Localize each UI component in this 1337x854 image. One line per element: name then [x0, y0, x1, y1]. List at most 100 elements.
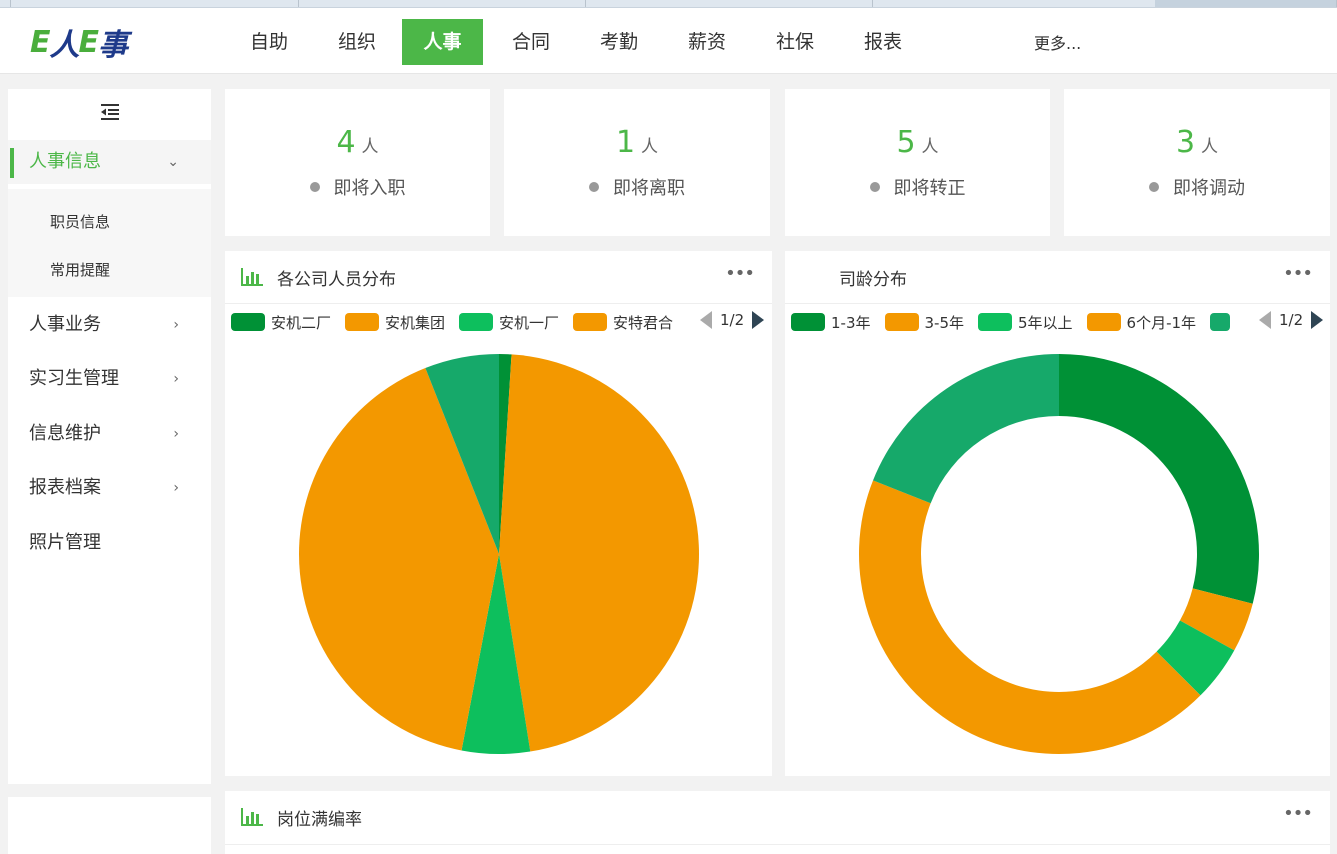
logo-letter-e1: E: [30, 24, 50, 60]
legend-pager: 1/2: [700, 311, 765, 329]
more-options-icon[interactable]: •••: [1283, 263, 1313, 284]
legend-swatch: [1210, 313, 1231, 331]
sidebar-group-label: 人事业务: [29, 314, 101, 335]
pie-slice-0[interactable]: [499, 354, 512, 554]
nav-attendance[interactable]: 考勤: [575, 19, 663, 65]
stat-label: 即将调动: [1064, 174, 1330, 200]
divider: [785, 303, 1330, 304]
more-options-icon[interactable]: •••: [725, 263, 755, 284]
pie-slice-3[interactable]: [858, 480, 1201, 754]
top-header: E 人 E 事 自助 组织 人事 合同 考勤 薪资 社保 报表 更多...: [0, 8, 1337, 74]
nav-contract[interactable]: 合同: [487, 19, 575, 65]
browser-tab-strip: [0, 0, 1337, 8]
legend-item[interactable]: 1-3年: [791, 312, 871, 332]
legend-swatch: [978, 313, 1012, 331]
panel-title: 岗位满编率: [240, 805, 362, 830]
legend-swatch: [791, 313, 825, 331]
sidebar-lower-panel: [8, 797, 211, 854]
nav-self-service[interactable]: 自助: [225, 19, 313, 65]
legend-item[interactable]: [1210, 313, 1236, 331]
stat-label: 即将转正: [785, 174, 1050, 200]
sidebar-group-label: 报表档案: [29, 477, 101, 498]
legend-swatch: [345, 313, 380, 331]
sidebar-submenu: 职员信息 常用提醒: [8, 189, 211, 297]
legend-swatch: [573, 313, 608, 331]
panel-title: 司龄分布: [839, 269, 907, 290]
sidebar-group-personnel-business[interactable]: 人事业务 ›: [8, 303, 211, 347]
legend-item[interactable]: 6个月-1年: [1086, 312, 1196, 332]
stat-value: 5人: [896, 125, 939, 160]
logo-char-shi: 事: [98, 28, 128, 63]
nav-more[interactable]: 更多...: [1034, 30, 1081, 54]
legend-item[interactable]: 3-5年: [884, 312, 964, 332]
next-page-icon[interactable]: [752, 311, 765, 329]
bar-chart-icon: [241, 268, 263, 286]
collapse-menu-icon[interactable]: [100, 103, 120, 121]
sidebar-group-personnel-info[interactable]: 人事信息 ⌄: [8, 140, 211, 184]
chevron-right-icon: ›: [173, 317, 179, 333]
chevron-right-icon: ›: [173, 371, 179, 387]
stat-value: 4人: [336, 125, 379, 160]
pie-slice-1[interactable]: [1179, 588, 1253, 651]
chevron-right-icon: ›: [173, 426, 179, 442]
divider: [225, 844, 1330, 845]
stat-card-transfer[interactable]: 3人 即将调动: [1064, 89, 1330, 236]
legend-swatch: [459, 313, 494, 331]
nav-social-security[interactable]: 社保: [751, 19, 839, 65]
sidebar: 人事信息 ⌄ 职员信息 常用提醒 人事业务 › 实习生管理 › 信息维护 › 报…: [8, 89, 211, 784]
app-logo[interactable]: E 人 E 事: [30, 22, 128, 64]
sidebar-group-info-maintenance[interactable]: 信息维护 ›: [8, 412, 211, 456]
sidebar-group-label: 实习生管理: [29, 368, 119, 389]
panel-tenure-distribution: 司龄分布 ••• 1-3年 3-5年 5年以上 6个月-1年 1/2: [785, 251, 1330, 776]
bullet-dot-icon: [589, 182, 599, 192]
legend-item[interactable]: 安特君合: [573, 312, 673, 332]
legend-item[interactable]: 安机一厂: [459, 312, 559, 332]
pie-slice-4[interactable]: [425, 354, 499, 554]
pie-slice-4[interactable]: [873, 354, 1059, 504]
bullet-dot-icon: [1149, 182, 1159, 192]
chart-legend: 安机二厂 安机集团 安机一厂 安特君合: [231, 312, 691, 332]
logo-char-ren: 人: [49, 28, 80, 63]
sidebar-group-intern[interactable]: 实习生管理 ›: [8, 357, 211, 401]
stat-card-onboarding[interactable]: 4人 即将入职: [225, 89, 490, 236]
chevron-right-icon: ›: [173, 480, 179, 496]
stat-label: 即将入职: [225, 174, 490, 200]
pie-slice-3[interactable]: [298, 368, 499, 751]
legend-swatch: [231, 313, 265, 331]
sidebar-group-label: 信息维护: [29, 423, 101, 444]
sidebar-item-reminders[interactable]: 常用提醒: [50, 259, 110, 280]
prev-page-icon[interactable]: [700, 311, 712, 329]
bullet-dot-icon: [869, 182, 880, 192]
nav-organization[interactable]: 组织: [313, 19, 401, 65]
legend-swatch: [1086, 313, 1121, 331]
divider: [225, 303, 772, 304]
sidebar-item-employee-info[interactable]: 职员信息: [50, 211, 110, 232]
bullet-dot-icon: [309, 182, 320, 192]
stat-card-leaving[interactable]: 1人 即将离职: [504, 89, 770, 236]
chevron-down-icon: ⌄: [167, 154, 179, 170]
sidebar-group-report-archive[interactable]: 报表档案 ›: [8, 466, 211, 510]
nav-salary[interactable]: 薪资: [663, 19, 751, 65]
legend-swatch: [884, 313, 919, 331]
nav-personnel[interactable]: 人事: [402, 19, 483, 65]
sidebar-group-photo[interactable]: 照片管理: [8, 521, 211, 565]
pie-slice-0[interactable]: [1059, 354, 1259, 604]
pie-slice-1[interactable]: [499, 354, 699, 752]
more-options-icon[interactable]: •••: [1283, 803, 1313, 824]
nav-reports[interactable]: 报表: [839, 19, 927, 65]
legend-item[interactable]: 5年以上: [978, 312, 1073, 332]
stat-label: 即将离职: [504, 174, 770, 200]
sidebar-group-label: 人事信息: [29, 151, 101, 172]
pie-slice-2[interactable]: [1156, 620, 1235, 696]
panel-position-fill-rate: 岗位满编率 •••: [225, 791, 1330, 854]
stat-card-confirmation[interactable]: 5人 即将转正: [785, 89, 1050, 236]
logo-letter-e2: E: [78, 24, 99, 60]
panel-company-distribution: 各公司人员分布 ••• 安机二厂 安机集团 安机一厂 安特君合 1/2: [225, 251, 772, 776]
stat-value: 1人: [615, 125, 659, 160]
sidebar-group-label: 照片管理: [29, 532, 101, 553]
prev-page-icon[interactable]: [1259, 311, 1271, 329]
next-page-icon[interactable]: [1311, 311, 1324, 329]
legend-item[interactable]: 安机集团: [345, 312, 445, 332]
pie-slice-2[interactable]: [461, 554, 531, 754]
legend-item[interactable]: 安机二厂: [231, 312, 331, 332]
